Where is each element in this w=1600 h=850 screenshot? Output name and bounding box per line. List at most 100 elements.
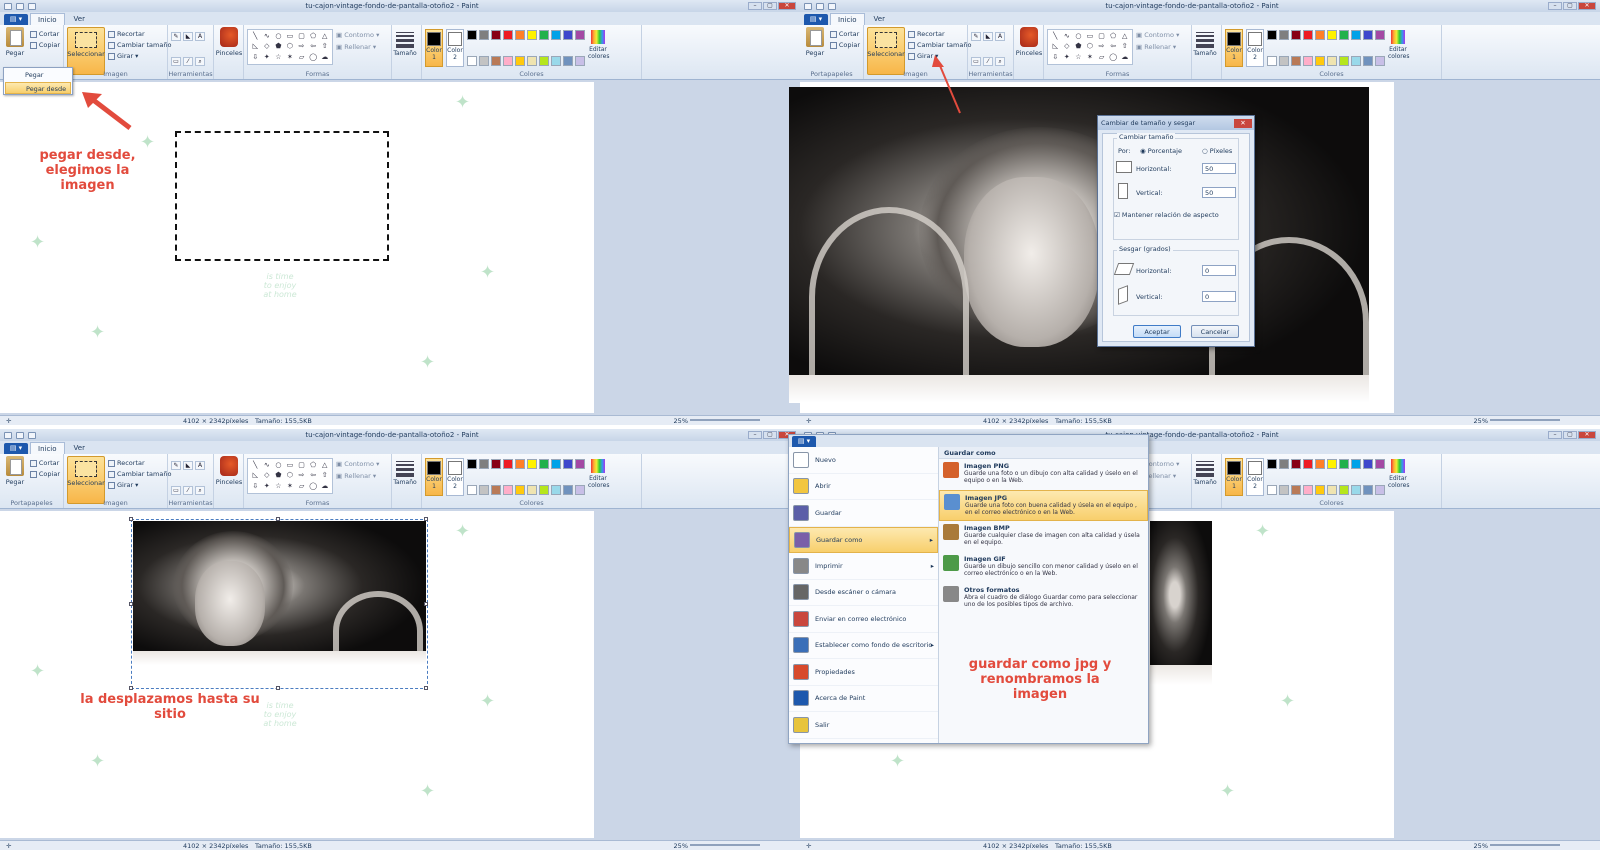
resize-handle[interactable] (424, 602, 428, 606)
palette-color-swatch[interactable] (1375, 484, 1385, 495)
right-arrow-shape-icon[interactable]: ⇨ (296, 471, 307, 480)
palette-color-swatch[interactable] (503, 55, 513, 66)
oval-callout-shape-icon[interactable]: ◯ (1108, 53, 1119, 62)
palette-color-swatch[interactable] (1363, 459, 1373, 469)
left-arrow-shape-icon[interactable]: ⇦ (308, 471, 319, 480)
pentagon-shape-icon[interactable]: ⬟ (273, 42, 284, 51)
brushes-button[interactable]: Pinceles (216, 27, 242, 79)
undo-icon[interactable] (16, 431, 24, 439)
paint-menu-button[interactable]: ▤ ▾ (804, 14, 828, 25)
oval-callout-shape-icon[interactable]: ◯ (308, 53, 319, 62)
palette-color-swatch[interactable] (491, 55, 501, 66)
save-as-option[interactable]: Imagen GIF Guarde un dibujo sencillo con … (939, 552, 1148, 583)
quick-save-icon[interactable] (804, 2, 812, 10)
file-menu-item[interactable]: Guardar como ▸ (789, 526, 938, 553)
left-arrow-shape-icon[interactable]: ⇦ (308, 42, 319, 51)
palette-color-swatch[interactable] (1315, 30, 1325, 40)
paste-menu-item[interactable]: Pegar (5, 69, 71, 81)
magnifier-icon[interactable]: ⌕ (195, 56, 205, 66)
palette-color-swatch[interactable] (575, 55, 585, 66)
palette-color-swatch[interactable] (1303, 459, 1313, 469)
palette-color-swatch[interactable] (527, 55, 537, 66)
palette-color-swatch[interactable] (1327, 30, 1337, 40)
callout-shape-icon[interactable]: ▱ (296, 53, 307, 62)
palette-color-swatch[interactable] (575, 30, 585, 40)
cut-button[interactable]: Cortar (29, 459, 60, 467)
palette-color-swatch[interactable] (491, 459, 501, 469)
palette-color-swatch[interactable] (1267, 55, 1277, 66)
palette-color-swatch[interactable] (1303, 30, 1313, 40)
text-icon[interactable]: A (195, 32, 205, 41)
palette-color-swatch[interactable] (575, 484, 585, 495)
hexagon-shape-icon[interactable]: ⬡ (285, 42, 296, 51)
resize-handle[interactable] (424, 686, 428, 690)
oval-shape-icon[interactable]: ○ (273, 32, 284, 41)
curve-shape-icon[interactable]: ∿ (262, 32, 273, 41)
down-arrow-shape-icon[interactable]: ⇩ (250, 482, 261, 491)
palette-color-swatch[interactable] (527, 459, 537, 469)
fill-bucket-icon[interactable]: ◣ (983, 32, 993, 41)
palette-color-swatch[interactable] (1327, 55, 1337, 66)
palette-color-swatch[interactable] (479, 484, 489, 495)
select-button[interactable]: Seleccionar (867, 27, 905, 75)
palette-color-swatch[interactable] (515, 30, 525, 40)
undo-icon[interactable] (16, 2, 24, 10)
paste-from-menu-item[interactable]: Pegar desde (5, 82, 71, 94)
pixels-radio[interactable]: ○ Píxeles (1202, 147, 1232, 155)
five-star-shape-icon[interactable]: ☆ (273, 482, 284, 491)
palette-color-swatch[interactable] (539, 484, 549, 495)
six-star-shape-icon[interactable]: ✶ (285, 482, 296, 491)
hexagon-shape-icon[interactable]: ⬡ (1085, 42, 1096, 51)
five-star-shape-icon[interactable]: ☆ (1073, 53, 1084, 62)
undo-icon[interactable] (816, 2, 824, 10)
polygon-shape-icon[interactable]: ⬠ (1108, 32, 1119, 41)
pentagon-shape-icon[interactable]: ⬟ (1073, 42, 1084, 51)
palette-color-swatch[interactable] (1351, 30, 1361, 40)
eraser-icon[interactable]: ▭ (171, 56, 181, 66)
resize-handle[interactable] (129, 517, 133, 521)
save-as-option[interactable]: Imagen JPG Guarde una foto con buena cali… (939, 490, 1148, 521)
fill-dropdown[interactable]: ▣ Rellenar ▾ (336, 472, 379, 480)
save-as-option[interactable]: Otros formatos Abra el cuadro de diálogo … (939, 583, 1148, 614)
pencil-icon[interactable]: ✎ (171, 461, 181, 470)
palette-color-swatch[interactable] (1315, 55, 1325, 66)
cloud-callout-shape-icon[interactable]: ☁ (1119, 53, 1130, 62)
ok-button[interactable]: Aceptar (1133, 325, 1181, 338)
palette-color-swatch[interactable] (1339, 459, 1349, 469)
minimize-button[interactable]: – (1548, 431, 1562, 439)
curve-shape-icon[interactable]: ∿ (262, 461, 273, 470)
six-star-shape-icon[interactable]: ✶ (1085, 53, 1096, 62)
redo-icon[interactable] (28, 431, 36, 439)
palette-color-swatch[interactable] (1267, 484, 1277, 495)
resize-button[interactable]: Cambiar tamaño (908, 41, 971, 49)
crop-button[interactable]: Recortar (908, 30, 971, 38)
palette-color-swatch[interactable] (1339, 55, 1349, 66)
palette-color-swatch[interactable] (1291, 484, 1301, 495)
palette-color-swatch[interactable] (491, 484, 501, 495)
cut-button[interactable]: Cortar (29, 30, 60, 38)
color-picker-icon[interactable]: ⁄ (983, 56, 993, 66)
diamond-shape-icon[interactable]: ◇ (262, 471, 273, 480)
maximize-button[interactable]: ▢ (763, 431, 777, 439)
selection-box[interactable] (131, 519, 428, 689)
palette-color-swatch[interactable] (539, 55, 549, 66)
maximize-button[interactable]: ▢ (1563, 2, 1577, 10)
file-menu-item[interactable]: Acerca de Paint (789, 686, 938, 712)
quick-save-icon[interactable] (4, 431, 12, 439)
rotate-button[interactable]: Girar ▾ (108, 481, 171, 489)
tab-view[interactable]: Ver (867, 13, 892, 25)
oval-shape-icon[interactable]: ○ (273, 461, 284, 470)
color1-button[interactable]: Color 1 (1225, 458, 1243, 496)
triangle-shape-icon[interactable]: △ (1119, 32, 1130, 41)
cut-button[interactable]: Cortar (829, 30, 860, 38)
file-menu-item[interactable]: Establecer como fondo de escritorio ▸ (789, 633, 938, 659)
close-button[interactable]: ✕ (1578, 2, 1596, 10)
palette-color-swatch[interactable] (1291, 459, 1301, 469)
palette-color-swatch[interactable] (515, 484, 525, 495)
file-menu-item[interactable]: Guardar (789, 500, 938, 527)
shapes-gallery[interactable]: ╲∿○▭▢⬠△ ◺◇⬟⬡⇨⇦⇧ ⇩✦☆✶▱◯☁ (247, 458, 333, 494)
color-picker-icon[interactable]: ⁄ (183, 56, 193, 66)
palette-color-swatch[interactable] (551, 459, 561, 469)
file-menu-item[interactable]: Salir (789, 712, 938, 739)
copy-button[interactable]: Copiar (29, 470, 60, 478)
